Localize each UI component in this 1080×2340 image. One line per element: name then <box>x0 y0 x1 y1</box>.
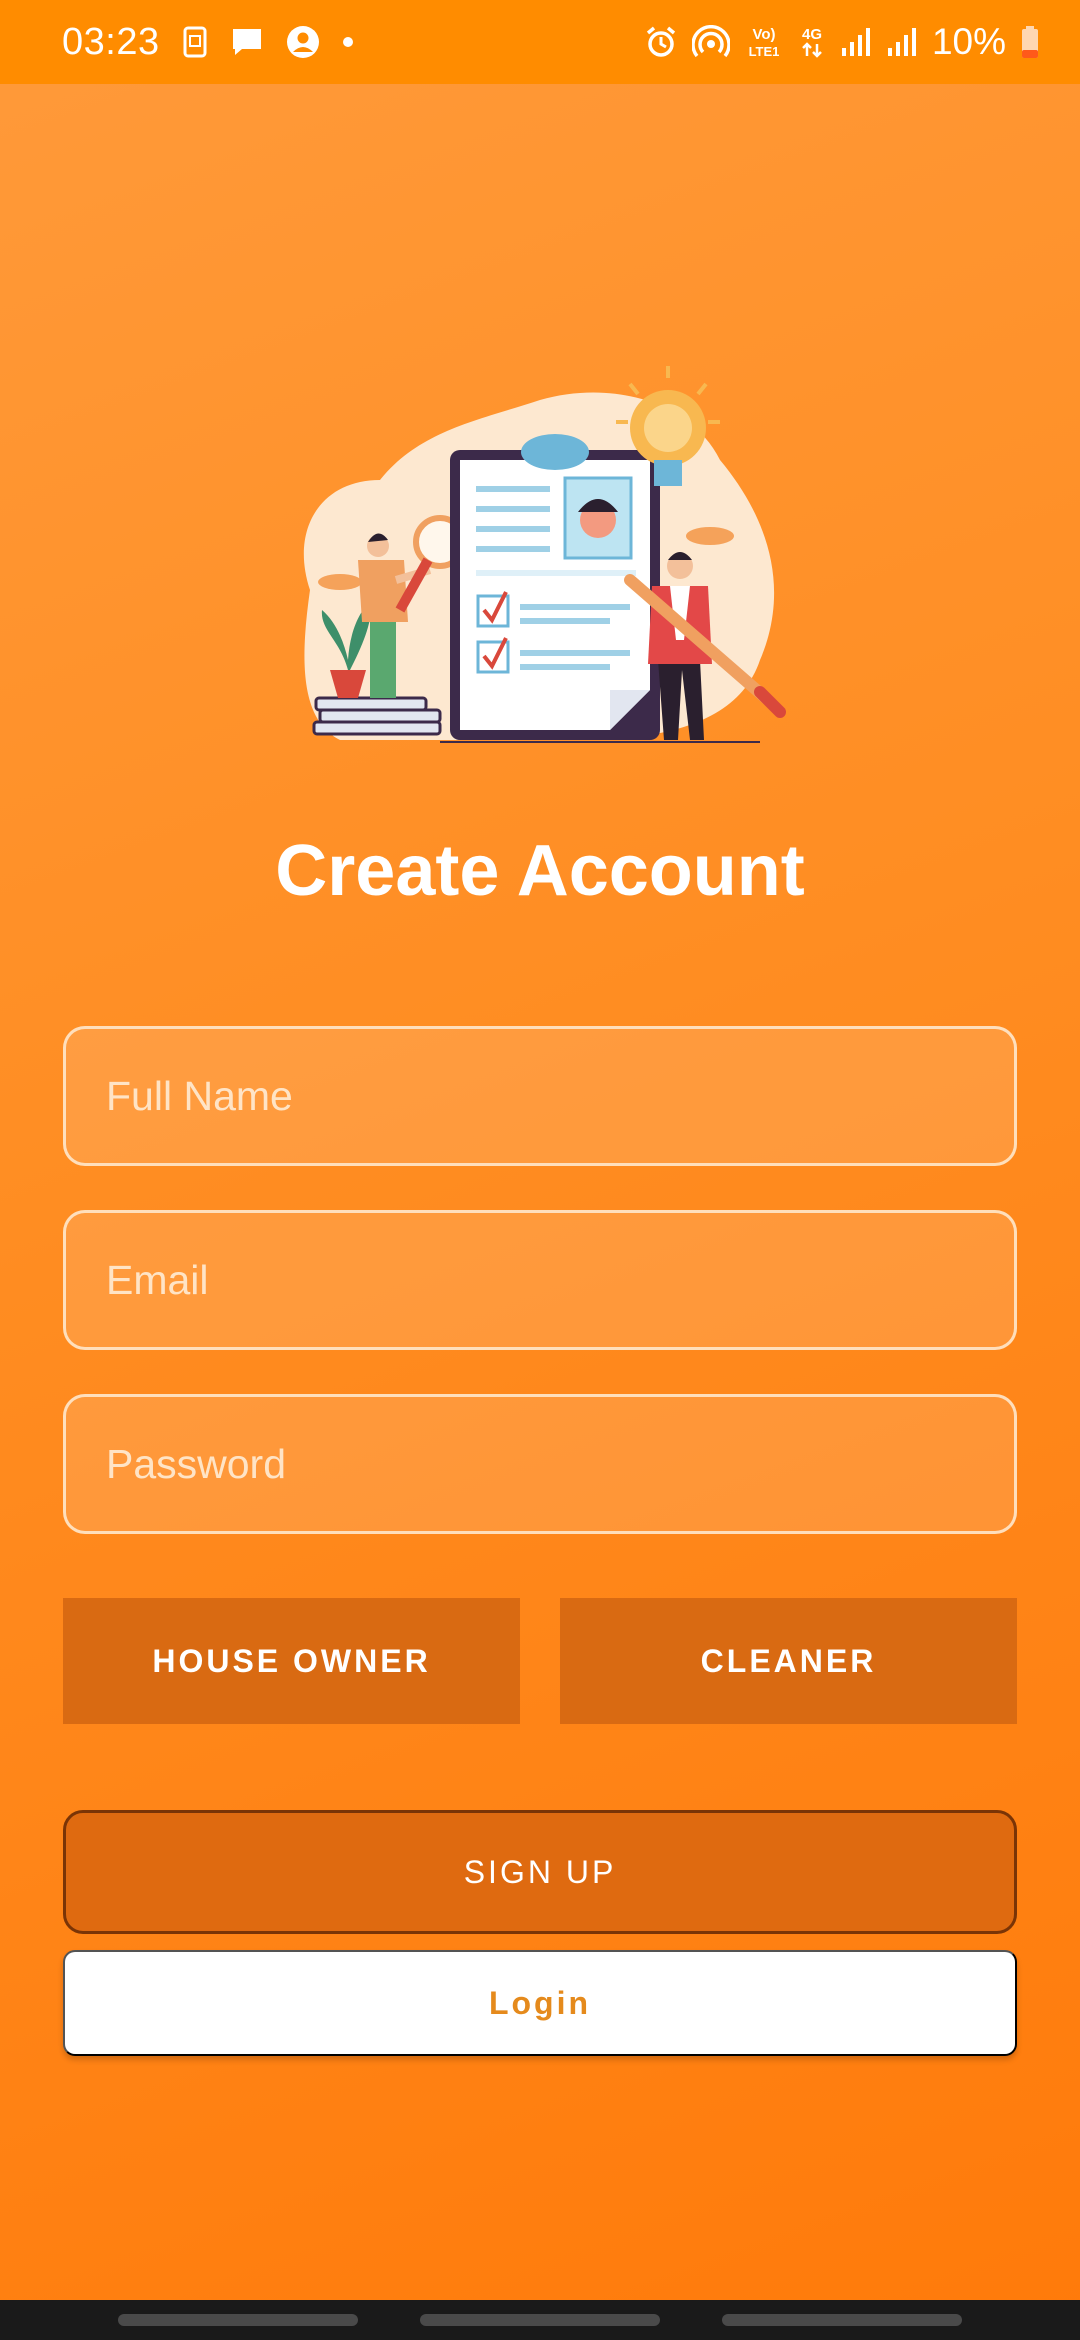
house-owner-button[interactable]: HOUSE OWNER <box>63 1598 520 1724</box>
full-name-field[interactable] <box>106 1029 1014 1163</box>
volte-icon: Vo) LTE1 <box>744 24 784 60</box>
nav-home-button[interactable] <box>420 2314 660 2326</box>
cleaner-button[interactable]: CLEANER <box>560 1598 1017 1724</box>
login-button[interactable]: Login <box>63 1950 1017 2056</box>
status-bar: 03:23 Vo) LTE1 4G 10% <box>0 0 1080 84</box>
status-time: 03:23 <box>62 20 160 63</box>
status-left-icons <box>182 25 354 59</box>
battery-icon <box>1020 25 1040 59</box>
password-field[interactable] <box>106 1397 1014 1531</box>
page-title: Create Account <box>275 831 805 911</box>
password-field-container <box>63 1394 1017 1534</box>
signup-button[interactable]: SIGN UP <box>63 1810 1017 1934</box>
email-field-container <box>63 1210 1017 1350</box>
svg-text:Vo): Vo) <box>752 26 775 43</box>
full-name-field-container <box>63 1026 1017 1166</box>
account-icon <box>286 25 320 59</box>
alarm-icon <box>644 25 678 59</box>
data-4g-icon: 4G <box>798 24 826 60</box>
message-icon <box>230 26 264 58</box>
nav-recents-button[interactable] <box>118 2314 358 2326</box>
hotspot-icon <box>691 25 730 59</box>
dot-icon <box>342 36 354 48</box>
status-right-icons: Vo) LTE1 4G 10% <box>644 21 1040 63</box>
resume-clipboard-illustration <box>280 360 800 760</box>
signal-icon <box>886 26 918 58</box>
svg-text:LTE1: LTE1 <box>749 44 780 59</box>
email-field[interactable] <box>106 1213 1014 1347</box>
svg-text:4G: 4G <box>802 26 822 43</box>
signal-icon <box>840 26 872 58</box>
battery-percent: 10% <box>931 21 1006 62</box>
navigation-bar <box>0 2300 1080 2340</box>
screenshot-icon <box>182 25 208 59</box>
nav-back-button[interactable] <box>722 2314 962 2326</box>
